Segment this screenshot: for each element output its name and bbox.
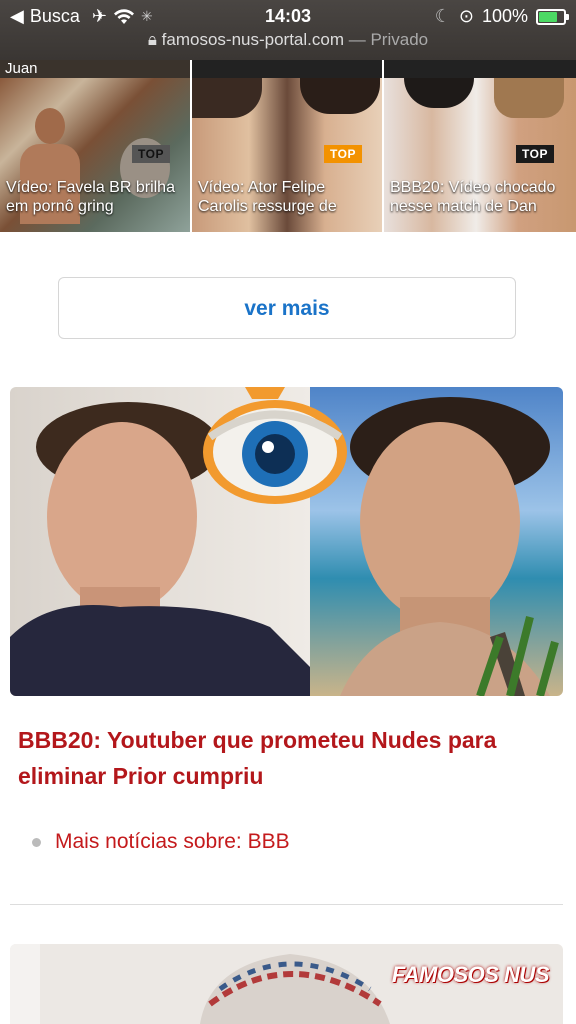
divider	[10, 904, 563, 905]
thumbnail-caption: Vídeo: Ator Felipe Carolis ressurge de	[198, 179, 337, 215]
next-article-image[interactable]: FAMOSOS NUS	[10, 944, 563, 1024]
thumbnail-card[interactable]: Juan TOP Vídeo: Favela BR brilha em porn…	[0, 60, 190, 232]
more-news-link[interactable]: Mais notícias sobre: BBB	[32, 830, 290, 854]
more-news-label: Mais notícias sobre: BBB	[55, 830, 290, 853]
watermark: FAMOSOS NUS	[391, 962, 550, 987]
lock-icon: 🔒︎	[147, 30, 157, 49]
thumbnail-card[interactable]: TOP Vídeo: Ator Felipe Carolis ressurge …	[192, 60, 382, 232]
battery-icon	[536, 8, 569, 25]
bullet-icon	[32, 837, 41, 847]
orientation-lock-icon: ⊙	[458, 6, 474, 26]
status-bar: ◀ Busca ✈ ✳ 14:03 ☾ ⊙ 100% 🔒︎ famosos-nu…	[0, 0, 576, 60]
battery-percent: 100%	[481, 6, 528, 26]
ver-mais-button[interactable]: ver mais	[58, 277, 516, 339]
article-headline[interactable]: BBB20: Youtuber que prometeu Nudes para …	[18, 722, 538, 794]
video-thumbnails: Juan TOP Vídeo: Favela BR brilha em porn…	[0, 60, 576, 232]
top-badge: TOP	[516, 145, 554, 163]
thumbnail-card[interactable]: TOP BBB20: Vídeo chocado nesse match de …	[384, 60, 576, 232]
url-bar[interactable]: 🔒︎ famosos-nus-portal.com — Privado	[0, 30, 576, 50]
do-not-disturb-icon: ☾	[434, 6, 451, 26]
top-badge: TOP	[324, 145, 362, 163]
url-domain: famosos-nus-portal.com	[161, 30, 344, 49]
thumbnail-caption: BBB20: Vídeo chocado nesse match de Dan	[390, 179, 556, 215]
top-badge: TOP	[132, 145, 170, 163]
private-mode-label: — Privado	[348, 30, 429, 49]
thumbnail-top-caption: Juan	[5, 60, 38, 77]
article-hero-image[interactable]	[10, 387, 563, 696]
thumbnail-caption: Vídeo: Favela BR brilha em pornô gring	[6, 179, 175, 215]
